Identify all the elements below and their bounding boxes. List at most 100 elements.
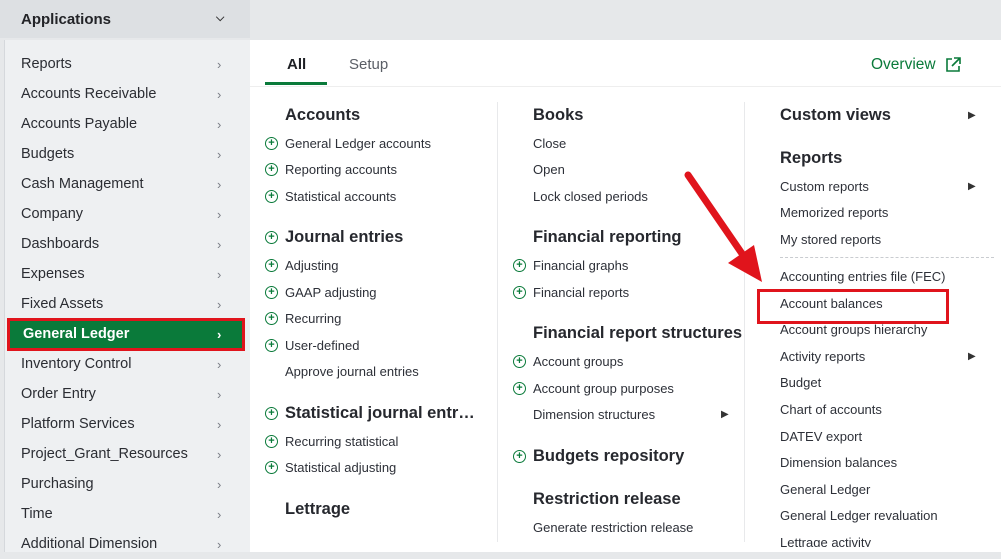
link-account-balances[interactable]: Account balances — [780, 296, 883, 311]
link-dimension-balances[interactable]: Dimension balances — [780, 455, 897, 470]
link-custom-reports[interactable]: Custom reports — [780, 179, 869, 194]
link-dimension-structures[interactable]: Dimension structures — [533, 407, 655, 422]
add-circle-icon[interactable]: + — [265, 163, 278, 176]
add-circle-icon[interactable]: + — [513, 355, 526, 368]
sidebar-item-label: Accounts Payable — [21, 116, 138, 132]
sidebar-item-purchasing[interactable]: Purchasing › — [5, 469, 250, 499]
chevron-right-icon: › — [217, 416, 222, 432]
link-memorized-reports[interactable]: Memorized reports — [780, 205, 888, 220]
link-recurring[interactable]: + Recurring — [265, 311, 341, 326]
link-statistical-accounts[interactable]: + Statistical accounts — [265, 189, 396, 204]
sidebar-item-general-ledger[interactable]: General Ledger › — [7, 319, 245, 349]
add-circle-icon[interactable]: + — [265, 286, 278, 299]
applications-label: Applications — [21, 10, 112, 28]
link-reporting-accounts[interactable]: + Reporting accounts — [265, 162, 397, 177]
link-label: User-defined — [285, 338, 360, 353]
sidebar-item-order-entry[interactable]: Order Entry › — [5, 379, 250, 409]
sidebar-item-project-grant-resources[interactable]: Project_Grant_Resources › — [5, 439, 250, 469]
heading-books: Books — [533, 106, 584, 124]
sidebar-item-additional-dimension[interactable]: Additional Dimension › — [5, 529, 250, 559]
link-datev-export[interactable]: DATEV export — [780, 429, 862, 444]
chevron-right-icon: › — [217, 56, 222, 72]
sidebar-item-label: Purchasing — [21, 476, 94, 492]
sidebar-item-inventory-control[interactable]: Inventory Control › — [5, 349, 250, 379]
heading-statistical-journal-entries[interactable]: + Statistical journal entr… — [265, 404, 475, 423]
link-adjusting[interactable]: + Adjusting — [265, 258, 338, 273]
add-circle-icon[interactable]: + — [513, 286, 526, 299]
link-general-ledger-accounts[interactable]: + General Ledger accounts — [265, 136, 431, 151]
link-general-ledger-revaluation[interactable]: General Ledger revaluation — [780, 508, 938, 523]
link-account-group-purposes[interactable]: + Account group purposes — [513, 381, 674, 396]
chevron-right-icon: › — [217, 86, 222, 102]
heading-custom-views[interactable]: Custom views — [780, 106, 891, 125]
sidebar-item-accounts-payable[interactable]: Accounts Payable › — [5, 109, 250, 139]
add-circle-icon[interactable]: + — [265, 407, 278, 420]
sidebar-item-label: Accounts Receivable — [21, 86, 157, 102]
link-activity-reports[interactable]: Activity reports — [780, 349, 865, 364]
sidebar-item-budgets[interactable]: Budgets › — [5, 139, 250, 169]
link-lock-closed-periods[interactable]: Lock closed periods — [533, 189, 648, 204]
add-circle-icon[interactable]: + — [513, 259, 526, 272]
heading-accounts: Accounts — [285, 106, 361, 124]
sidebar-item-label: Project_Grant_Resources — [21, 446, 188, 462]
chevron-right-icon: › — [217, 476, 222, 492]
sidebar-item-platform-services[interactable]: Platform Services › — [5, 409, 250, 439]
link-user-defined[interactable]: + User-defined — [265, 338, 359, 353]
link-open[interactable]: Open — [533, 162, 565, 177]
link-account-groups-hierarchy[interactable]: Account groups hierarchy — [780, 322, 927, 337]
tab-all[interactable]: All — [287, 56, 306, 73]
add-circle-icon[interactable]: + — [513, 450, 526, 463]
add-circle-icon[interactable]: + — [265, 137, 278, 150]
sidebar-item-accounts-receivable[interactable]: Accounts Receivable › — [5, 79, 250, 109]
column-divider — [497, 102, 498, 542]
link-accounting-entries-file[interactable]: Accounting entries file (FEC) — [780, 269, 945, 284]
sidebar-item-company[interactable]: Company › — [5, 199, 250, 229]
add-circle-icon[interactable]: + — [265, 190, 278, 203]
chevron-right-icon: › — [217, 536, 222, 552]
link-account-groups[interactable]: + Account groups — [513, 354, 623, 369]
applications-menu-button[interactable]: Applications ⌵ — [0, 0, 250, 38]
link-recurring-statistical[interactable]: + Recurring statistical — [265, 434, 398, 449]
link-financial-reports[interactable]: + Financial reports — [513, 285, 629, 300]
tab-setup[interactable]: Setup — [349, 56, 388, 73]
add-circle-icon[interactable]: + — [265, 312, 278, 325]
link-statistical-adjusting[interactable]: + Statistical adjusting — [265, 460, 396, 475]
link-financial-graphs[interactable]: + Financial graphs — [513, 258, 628, 273]
general-ledger-menu-panel: All Setup Overview Accounts + General Led… — [250, 40, 1001, 552]
sidebar-item-label: Expenses — [21, 266, 85, 282]
add-circle-icon[interactable]: + — [265, 259, 278, 272]
sidebar-item-cash-management[interactable]: Cash Management › — [5, 169, 250, 199]
heading-budgets-repository[interactable]: + Budgets repository — [513, 447, 684, 466]
sidebar-item-label: General Ledger — [23, 326, 130, 342]
sidebar-item-fixed-assets[interactable]: Fixed Assets › — [5, 289, 250, 319]
sidebar-item-dashboards[interactable]: Dashboards › — [5, 229, 250, 259]
link-close[interactable]: Close — [533, 136, 566, 151]
add-circle-icon[interactable]: + — [265, 339, 278, 352]
sidebar-item-time[interactable]: Time › — [5, 499, 250, 529]
sidebar-item-label: Dashboards — [21, 236, 100, 252]
add-circle-icon[interactable]: + — [513, 382, 526, 395]
add-circle-icon[interactable]: + — [265, 461, 278, 474]
link-budget[interactable]: Budget — [780, 375, 821, 390]
caret-right-icon: ▶ — [968, 110, 976, 121]
link-gaap-adjusting[interactable]: + GAAP adjusting — [265, 285, 377, 300]
chevron-right-icon: › — [217, 146, 222, 162]
link-approve-journal-entries[interactable]: Approve journal entries — [285, 364, 419, 379]
link-generate-restriction-release[interactable]: Generate restriction release — [533, 520, 693, 535]
sidebar-item-reports[interactable]: Reports › — [5, 49, 250, 79]
link-label: Statistical accounts — [285, 189, 397, 204]
link-my-stored-reports[interactable]: My stored reports — [780, 232, 881, 247]
sidebar-item-label: Platform Services — [21, 416, 135, 432]
sidebar-item-label: Cash Management — [21, 176, 144, 192]
heading-journal-entries[interactable]: + Journal entries — [265, 228, 403, 247]
link-label: Account groups — [533, 354, 624, 369]
sidebar-item-expenses[interactable]: Expenses › — [5, 259, 250, 289]
add-circle-icon[interactable]: + — [265, 435, 278, 448]
chevron-right-icon: › — [217, 356, 222, 372]
link-chart-of-accounts[interactable]: Chart of accounts — [780, 402, 882, 417]
overview-link[interactable]: Overview — [871, 56, 962, 74]
link-general-ledger[interactable]: General Ledger — [780, 482, 870, 497]
add-circle-icon[interactable]: + — [265, 231, 278, 244]
link-lettrage-activity[interactable]: Lettrage activity — [780, 535, 871, 547]
sidebar-item-label: Fixed Assets — [21, 296, 104, 312]
